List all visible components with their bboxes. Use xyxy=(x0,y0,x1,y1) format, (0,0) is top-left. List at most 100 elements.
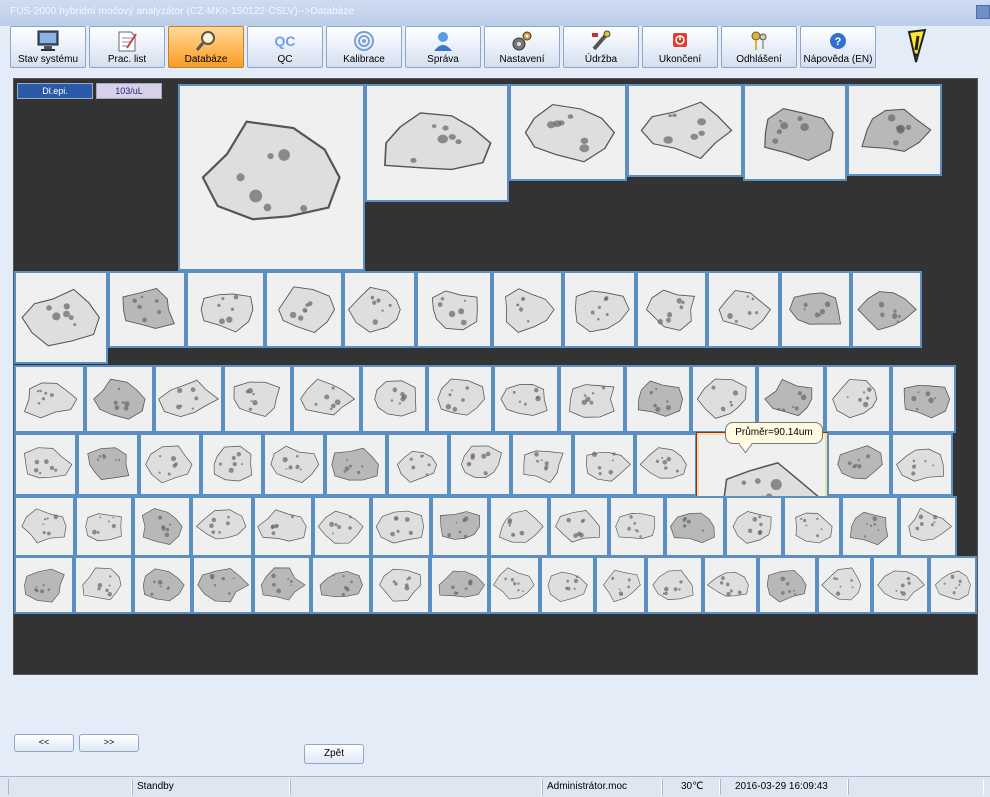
cell-thumbnail[interactable] xyxy=(201,433,263,496)
cell-thumbnail[interactable] xyxy=(371,496,431,557)
cell-thumbnail[interactable] xyxy=(665,496,725,557)
cell-thumbnail[interactable] xyxy=(929,556,977,614)
cell-thumbnail[interactable] xyxy=(430,556,489,614)
cell-thumbnail[interactable] xyxy=(540,556,595,614)
cell-thumbnail[interactable] xyxy=(489,556,540,614)
toolbar-button-settings[interactable]: Nastavení xyxy=(484,26,560,68)
cell-thumbnail[interactable] xyxy=(449,433,511,496)
cell-thumbnail[interactable] xyxy=(891,433,953,496)
cell-thumbnail[interactable] xyxy=(253,556,311,614)
cell-thumbnail[interactable] xyxy=(14,433,77,496)
cell-thumbnail[interactable] xyxy=(872,556,929,614)
cell-thumbnail[interactable] xyxy=(186,271,265,348)
cell-thumbnail[interactable] xyxy=(841,496,899,557)
cell-thumbnail[interactable] xyxy=(387,433,449,496)
cell-thumbnail[interactable] xyxy=(178,84,365,271)
calibration-icon xyxy=(327,30,401,52)
cell-thumbnail[interactable] xyxy=(851,271,922,348)
toolbar-button-logout[interactable]: Odhlášení xyxy=(721,26,797,68)
cell-thumbnail[interactable] xyxy=(635,433,697,496)
toolbar-button-system-status[interactable]: Stav systému xyxy=(10,26,86,68)
cell-thumbnail[interactable] xyxy=(891,365,956,433)
cell-thumbnail[interactable] xyxy=(75,496,133,557)
cell-thumbnail[interactable] xyxy=(191,496,253,557)
cell-thumbnail[interactable] xyxy=(133,496,191,557)
cell-thumbnail[interactable] xyxy=(509,84,627,181)
cell-thumbnail[interactable] xyxy=(743,84,847,181)
cell-thumbnail[interactable] xyxy=(133,556,192,614)
toolbar-button-label: Stav systému xyxy=(17,54,79,65)
cell-thumbnail[interactable] xyxy=(489,496,549,557)
cell-thumbnail[interactable] xyxy=(780,271,851,348)
cell-thumbnail[interactable] xyxy=(827,433,891,496)
cell-thumbnail[interactable] xyxy=(559,365,625,433)
cell-thumbnail[interactable] xyxy=(707,271,780,348)
cell-thumbnail[interactable] xyxy=(636,271,707,348)
cell-thumbnail[interactable] xyxy=(263,433,325,496)
cell-thumbnail[interactable] xyxy=(847,84,942,176)
cell-thumbnail[interactable] xyxy=(595,556,646,614)
cell-type-label[interactable]: Dl.epi. xyxy=(17,83,93,99)
cell-thumbnail[interactable] xyxy=(825,365,891,433)
cell-thumbnail[interactable] xyxy=(563,271,636,348)
toolbar-button-label: QC xyxy=(277,54,293,65)
cell-thumbnail[interactable] xyxy=(325,433,387,496)
cell-thumbnail[interactable] xyxy=(292,365,361,433)
cell-thumbnail[interactable] xyxy=(14,365,85,433)
cell-thumbnail[interactable] xyxy=(758,556,817,614)
cell-thumbnail[interactable] xyxy=(85,365,154,433)
window-control-button[interactable] xyxy=(976,5,990,19)
toolbar-button-exit[interactable]: Ukončení xyxy=(642,26,718,68)
cell-thumbnail[interactable] xyxy=(427,365,493,433)
cell-thumbnail[interactable] xyxy=(371,556,430,614)
cell-thumbnail[interactable] xyxy=(361,365,427,433)
cell-thumbnail[interactable] xyxy=(627,84,743,177)
toolbar-button-label: Kalibrace xyxy=(343,54,385,65)
cell-thumbnail[interactable] xyxy=(703,556,758,614)
cell-thumbnail[interactable] xyxy=(14,556,74,614)
toolbar-button-qc[interactable]: QC QC xyxy=(247,26,323,68)
warning-icon[interactable] xyxy=(903,28,929,69)
cell-thumbnail[interactable] xyxy=(609,496,665,557)
toolbar-button-maintenance[interactable]: Údržba xyxy=(563,26,639,68)
cell-thumbnail[interactable] xyxy=(154,365,223,433)
toolbar-button-worklist[interactable]: Prac. list xyxy=(89,26,165,68)
cell-thumbnail[interactable] xyxy=(625,365,691,433)
cell-thumbnail[interactable] xyxy=(431,496,489,557)
cell-thumbnail[interactable] xyxy=(493,365,559,433)
cell-thumbnail[interactable] xyxy=(139,433,201,496)
cell-thumbnail[interactable] xyxy=(416,271,492,348)
cell-thumbnail[interactable] xyxy=(783,496,841,557)
user-icon xyxy=(406,30,480,52)
cell-thumbnail[interactable] xyxy=(313,496,371,557)
cell-thumbnail[interactable] xyxy=(311,556,371,614)
cell-thumbnail[interactable] xyxy=(74,556,133,614)
cell-thumbnail[interactable] xyxy=(511,433,573,496)
cell-thumbnail[interactable] xyxy=(549,496,609,557)
toolbar-button-admin[interactable]: Správa xyxy=(405,26,481,68)
previous-page-button[interactable]: << xyxy=(14,734,74,752)
cell-thumbnail[interactable] xyxy=(223,365,292,433)
cell-thumbnail[interactable] xyxy=(108,271,186,348)
toolbar-button-help[interactable]: ? Nápověda (EN) xyxy=(800,26,876,68)
cell-thumbnail[interactable] xyxy=(343,271,416,348)
cell-thumbnail[interactable] xyxy=(77,433,139,496)
toolbar-button-calibration[interactable]: Kalibrace xyxy=(326,26,402,68)
cell-thumbnail[interactable] xyxy=(646,556,703,614)
cell-thumbnail[interactable] xyxy=(14,271,108,364)
cell-thumbnail[interactable] xyxy=(899,496,957,557)
cell-thumbnail[interactable] xyxy=(365,84,509,202)
cell-thumbnail[interactable] xyxy=(817,556,872,614)
back-button[interactable]: Zpět xyxy=(304,744,364,764)
cell-thumbnail[interactable] xyxy=(253,496,313,557)
cell-thumbnail[interactable] xyxy=(265,271,343,348)
toolbar-button-database[interactable]: Databáze xyxy=(168,26,244,68)
status-state: Standby xyxy=(132,779,290,795)
cell-thumbnail[interactable] xyxy=(725,496,783,557)
cell-thumbnail[interactable] xyxy=(14,496,75,557)
unit-label[interactable]: 103/uL xyxy=(96,83,162,99)
cell-thumbnail[interactable] xyxy=(192,556,253,614)
cell-thumbnail[interactable] xyxy=(492,271,563,348)
cell-thumbnail[interactable] xyxy=(573,433,635,496)
next-page-button[interactable]: >> xyxy=(79,734,139,752)
